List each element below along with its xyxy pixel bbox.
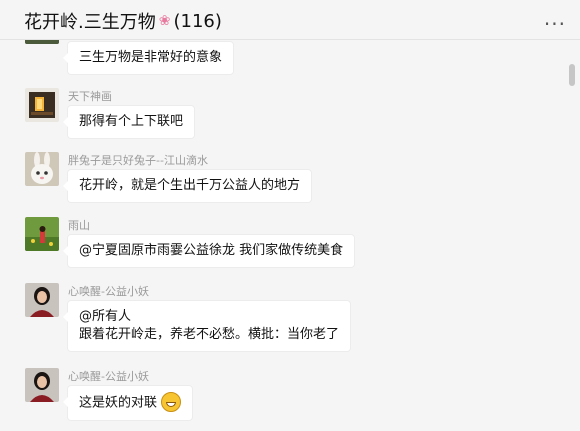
message-item: 心唤醒-公益小妖 这是妖的对联 [25, 368, 555, 431]
avatar[interactable] [25, 368, 59, 402]
message-text-line: 跟着花开岭走，养老不必愁。横批：当你老了 [79, 327, 340, 342]
message-text: 这是妖的对联 [79, 395, 158, 411]
sender-name: 胖兔子是只好兔子--江山滴水 [68, 154, 208, 167]
message-item: 三生万物是非常好的意象 [25, 40, 555, 80]
sender-name: 天下神画 [68, 90, 112, 103]
message-item: 雨山 @宁夏固原市雨霎公益徐龙 我们家做传统美食 [25, 217, 555, 277]
avatar[interactable] [25, 217, 59, 251]
sender-name: 雨山 [68, 219, 90, 232]
avatar[interactable] [25, 283, 59, 317]
message-text: 花开岭，就是个生出千万公益人的地方 [79, 178, 301, 193]
message-text: @宁夏固原市雨霎公益徐龙 我们家做传统美食 [79, 243, 344, 258]
message-item: 胖兔子是只好兔子--江山滴水 花开岭，就是个生出千万公益人的地方 [25, 152, 555, 212]
sender-name: 心唤醒-公益小妖 [68, 285, 149, 298]
avatar[interactable] [25, 88, 59, 122]
message-text: 那得有个上下联吧 [79, 114, 184, 129]
avatar[interactable] [25, 40, 59, 44]
message-bubble: 花开岭，就是个生出千万公益人的地方 [62, 170, 312, 202]
avatar[interactable] [25, 152, 59, 186]
message-bubble: @所有人 跟着花开岭走，养老不必愁。横批：当你老了 [62, 301, 351, 351]
more-icon[interactable]: ... [544, 6, 566, 30]
group-name: 花开岭.三生万物 [24, 12, 156, 33]
message-bubble: 那得有个上下联吧 [62, 106, 195, 138]
message-bubble: 三生万物是非常好的意象 [62, 42, 234, 74]
grinning-emoji-icon [161, 392, 182, 412]
chat-title: 花开岭.三生万物 ❀ (116) [24, 8, 222, 34]
message-bubble: @宁夏固原市雨霎公益徐龙 我们家做传统美食 [62, 235, 355, 267]
message-list[interactable]: 三生万物是非常好的意象 天下神画 那得有个上下联吧 胖兔子是只好兔子--江山滴水… [0, 40, 580, 431]
flower-icon: ❀ [158, 13, 171, 29]
chat-title-bar: 花开岭.三生万物 ❀ (116) ... [0, 0, 580, 40]
message-item: 天下神画 那得有个上下联吧 [25, 88, 555, 148]
message-text: 三生万物是非常好的意象 [79, 50, 223, 65]
scrollbar-thumb[interactable] [569, 64, 575, 86]
message-bubble: 这是妖的对联 [62, 386, 193, 420]
member-count: (116) [173, 10, 222, 32]
message-text-line: @所有人 [79, 309, 132, 324]
message-item: 心唤醒-公益小妖 @所有人 跟着花开岭走，养老不必愁。横批：当你老了 [25, 283, 555, 363]
sender-name: 心唤醒-公益小妖 [68, 370, 149, 383]
